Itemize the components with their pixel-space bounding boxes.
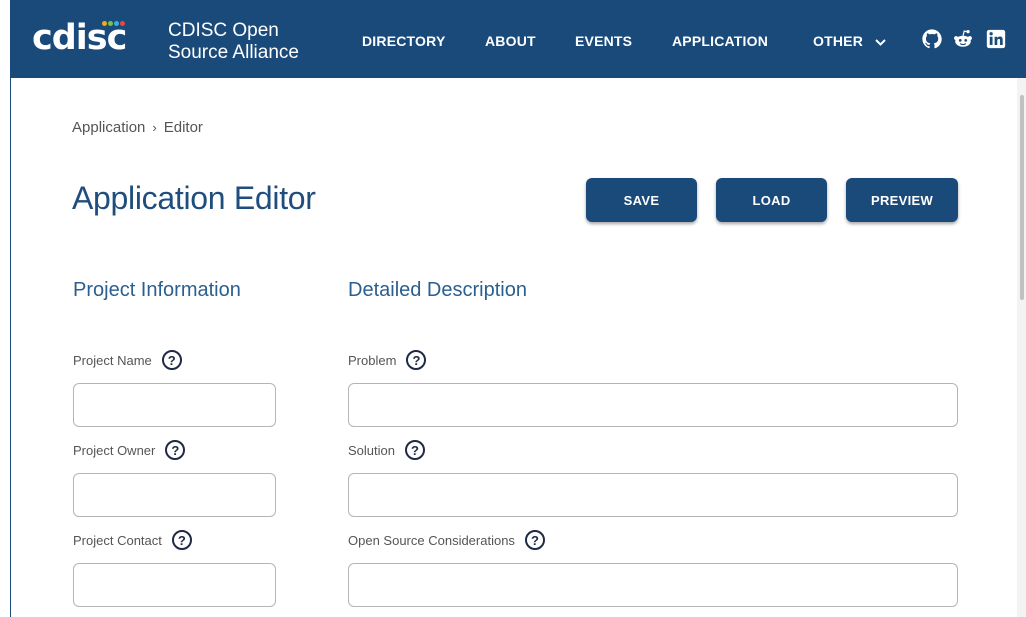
project-contact-input[interactable]: [73, 563, 276, 607]
nav-directory[interactable]: DIRECTORY: [362, 33, 445, 49]
project-contact-label: Project Contact ?: [73, 529, 192, 551]
help-icon[interactable]: ?: [404, 440, 425, 460]
help-icon[interactable]: ?: [161, 350, 182, 370]
section-detailed-description: Detailed Description: [348, 279, 527, 301]
nav-application[interactable]: APPLICATION: [672, 33, 768, 49]
nav-other-dropdown[interactable]: OTHER: [813, 33, 886, 49]
help-icon[interactable]: ?: [406, 350, 427, 370]
open-source-considerations-label: Open Source Considerations ?: [348, 529, 545, 551]
project-owner-input[interactable]: [73, 473, 276, 517]
chevron-down-icon: [875, 39, 886, 46]
help-icon[interactable]: ?: [171, 530, 192, 550]
scrollbar-thumb[interactable]: [1020, 95, 1024, 300]
preview-button[interactable]: PREVIEW: [846, 178, 958, 222]
project-contact-label-text: Project Contact: [73, 532, 162, 548]
save-button[interactable]: SAVE: [586, 178, 697, 222]
help-icon[interactable]: ?: [524, 530, 545, 550]
breadcrumb-separator: ›: [152, 120, 157, 135]
breadcrumb: Application › Editor: [72, 119, 203, 136]
page-title: Application Editor: [72, 180, 316, 216]
nav-about[interactable]: ABOUT: [485, 33, 536, 49]
nav-other-label: OTHER: [813, 33, 863, 49]
github-icon[interactable]: [921, 28, 943, 50]
reddit-icon[interactable]: [952, 28, 974, 50]
problem-input[interactable]: [348, 383, 958, 427]
problem-label-text: Problem: [348, 352, 397, 368]
breadcrumb-editor: Editor: [163, 119, 203, 136]
problem-label: Problem ?: [348, 349, 427, 371]
linkedin-icon[interactable]: [985, 28, 1007, 50]
project-name-label-text: Project Name: [73, 352, 152, 368]
solution-label: Solution ?: [348, 439, 425, 461]
project-name-label: Project Name ?: [73, 349, 182, 371]
nav-events[interactable]: EVENTS: [575, 33, 632, 49]
project-name-input[interactable]: [73, 383, 276, 427]
main-nav: DIRECTORY ABOUT EVENTS APPLICATION OTHER: [10, 0, 1026, 78]
solution-input[interactable]: [348, 473, 958, 517]
solution-label-text: Solution: [348, 442, 395, 458]
project-owner-label-text: Project Owner: [73, 442, 156, 458]
top-navigation-bar: cdisc CDISC Open Source Alliance DIRECTO…: [10, 0, 1026, 78]
open-source-considerations-input[interactable]: [348, 563, 958, 607]
page-left-border: [10, 78, 11, 617]
load-button[interactable]: LOAD: [716, 178, 827, 222]
open-source-considerations-label-text: Open Source Considerations: [348, 532, 515, 548]
help-icon[interactable]: ?: [165, 440, 186, 460]
breadcrumb-application[interactable]: Application: [72, 119, 145, 136]
project-owner-label: Project Owner ?: [73, 439, 186, 461]
section-project-information: Project Information: [73, 279, 241, 301]
